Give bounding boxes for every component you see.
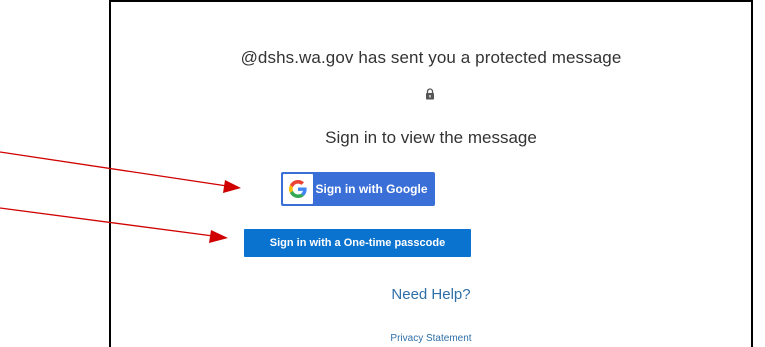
signin-heading: Sign in to view the message: [325, 128, 537, 147]
otp-button-label: Sign in with a One-time passcode: [269, 237, 446, 249]
message-panel: @dshs.wa.gov has sent you a protected me…: [109, 0, 753, 347]
google-g-icon: [283, 174, 313, 204]
sign-in-with-google-button[interactable]: Sign in with Google: [281, 172, 435, 206]
google-button-label: Sign in with Google: [315, 182, 428, 196]
sender-line: @dshs.wa.gov has sent you a protected me…: [240, 48, 622, 67]
lock-icon: [426, 88, 434, 100]
privacy-statement-link[interactable]: Privacy Statement: [111, 333, 751, 344]
sign-in-with-otp-button[interactable]: Sign in with a One-time passcode: [244, 229, 471, 257]
need-help-link[interactable]: Need Help?: [111, 286, 751, 303]
screenshot-frame: @dshs.wa.gov has sent you a protected me…: [0, 0, 765, 347]
